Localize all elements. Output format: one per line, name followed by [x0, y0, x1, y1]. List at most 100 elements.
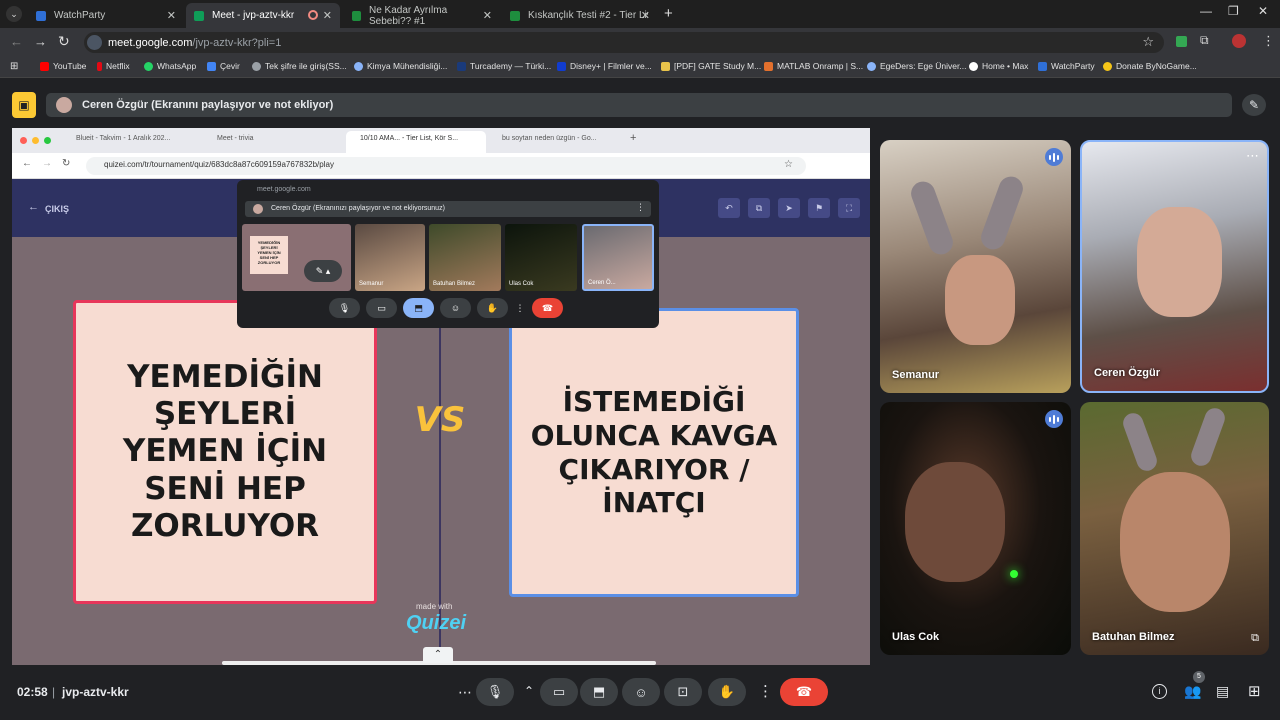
minimize-icon[interactable]: — [1200, 4, 1212, 18]
bookmark-watchparty[interactable]: WatchParty [1038, 61, 1095, 71]
captions-button[interactable]: ⊡ [664, 678, 702, 706]
stop-presenting-icon[interactable]: ▣ [12, 92, 36, 118]
profile-avatar[interactable] [1232, 34, 1246, 48]
mini-camera-icon: ▭ [366, 298, 397, 318]
tab-ayrilma[interactable]: Ne Kadar Ayrılma Sebebi?? #1 ✕ [344, 3, 500, 28]
speaking-indicator-icon [1045, 148, 1063, 166]
participant-face [1137, 207, 1222, 317]
close-tab-icon[interactable]: ✕ [483, 9, 492, 22]
left-choice-card: YEMEDİĞİN ŞEYLERİ YEMEN İÇİN SENİ HEP ZO… [73, 300, 377, 604]
chat-icon[interactable]: ▤ [1216, 683, 1229, 700]
close-tab-icon[interactable]: ✕ [323, 9, 332, 22]
more-options-icon[interactable]: ⋮ [758, 682, 773, 700]
browser-tab-strip: ⌄ WatchParty ✕ Meet - jvp-aztv-kkr ✕ Ne … [0, 0, 1280, 28]
tab-search-icon[interactable]: ⌄ [6, 6, 22, 22]
bookmark-tek-sifre[interactable]: Tek şifre ile giriş(SS... [252, 61, 347, 71]
tab-kiskanclik[interactable]: Kıskançlık Testi #2 - Tier List, Kö ✕ [502, 3, 658, 28]
green-light [1010, 570, 1018, 578]
reactions-button[interactable]: ☺ [622, 678, 660, 706]
bookmark-cevir[interactable]: Çevir [207, 61, 240, 71]
camera-button[interactable]: ▭ [540, 678, 578, 706]
mini-host: meet.google.com [257, 186, 311, 193]
bookmark-bynogame[interactable]: Donate ByNoGame... [1103, 61, 1197, 71]
shared-tab: 10/10 AMA... - Tier List, Kör S... [360, 135, 459, 142]
bookmark-star-icon[interactable]: ☆ [1142, 34, 1154, 50]
quiz-toolbar: ↶ ⧉ ➤ ⚑ ⛶ [718, 198, 860, 218]
participant-face [945, 255, 1015, 345]
participant-name: Ceren Özgür [1094, 367, 1161, 379]
made-with-label: made with [416, 602, 453, 611]
more-options-icon[interactable]: ⋯ [1246, 148, 1259, 164]
participant-tile-semanur[interactable]: Semanur [880, 140, 1071, 393]
url-bar[interactable]: meet.google.com /jvp-aztv-kkr?pli=1 ☆ [84, 32, 1164, 53]
close-tab-icon[interactable]: ✕ [641, 9, 650, 22]
shared-address-bar: ← → ↻ quizei.com/tr/tournament/quiz/683d… [12, 153, 870, 179]
quizei-icon [510, 10, 520, 21]
meeting-info-icon[interactable]: i [1152, 684, 1167, 699]
quizei-logo: Quizei [406, 612, 467, 634]
mini-notice: Ceren Özgür (Ekranınızı paylaşıyor ve no… [245, 201, 651, 217]
whatsapp-icon [144, 61, 153, 71]
mini-name: Ceren Ö... [588, 280, 616, 286]
people-icon[interactable]: 👥 [1184, 683, 1201, 700]
present-button[interactable]: ⬒ [580, 678, 618, 706]
disney-icon [557, 61, 566, 71]
shared-screen: Blueit - Takvim - 1 Aralık 202... Meet -… [12, 128, 870, 665]
fullscreen-icon: ⛶ [838, 198, 860, 218]
shared-url: quizei.com/tr/tournament/quiz/683dc8a87c… [104, 160, 334, 169]
extension-icon[interactable] [1176, 36, 1187, 47]
tab-watchparty[interactable]: WatchParty ✕ [28, 3, 184, 28]
quizei-icon [352, 10, 361, 21]
bookmark-disney[interactable]: Disney+ | Filmler ve... [557, 61, 652, 71]
mini-tile-batuhan: Batuhan Bilmez [429, 224, 501, 291]
annotate-pen-icon[interactable]: ✎ [1242, 94, 1266, 116]
participant-name: Ulas Cok [892, 631, 940, 643]
reload-icon[interactable]: ↻ [58, 33, 70, 50]
new-tab-icon[interactable]: + [664, 5, 673, 22]
participant-tile-ceren[interactable]: ⋯ Ceren Özgür [1080, 140, 1269, 393]
restore-icon[interactable]: ❐ [1228, 4, 1239, 18]
raise-hand-button[interactable]: ✋ [708, 678, 746, 706]
bookmark-netflix[interactable]: Netflix [97, 61, 130, 71]
bookmark-egeders[interactable]: EgeDers: Ege Üniver... [867, 61, 966, 71]
tab-title: WatchParty [54, 10, 106, 21]
back-icon[interactable]: ← [10, 34, 23, 49]
extensions-puzzle-icon[interactable]: ⧉ [1200, 33, 1209, 48]
participant-tile-batuhan[interactable]: ⧉ Batuhan Bilmez [1080, 402, 1269, 655]
bookmark-kimya[interactable]: Kimya Mühendisliği... [354, 61, 447, 71]
close-tab-icon[interactable]: ✕ [167, 9, 176, 22]
presenting-notice-text: Ceren Özgür (Ekranını paylaşıyor ve not … [82, 99, 334, 111]
send-icon: ➤ [778, 198, 800, 218]
close-window-icon[interactable]: ✕ [1258, 4, 1268, 18]
bookmark-max[interactable]: Home • Max [969, 61, 1028, 71]
mini-present-icon: ⬒ [403, 298, 434, 318]
more-controls-icon[interactable]: ⋯ [458, 684, 472, 701]
bookmark-matlab[interactable]: MATLAB Onramp | S... [764, 61, 863, 71]
menu-kebab-icon[interactable]: ⋮ [1262, 33, 1275, 49]
turcademy-icon [457, 61, 466, 71]
watchparty-icon [36, 10, 46, 21]
translate-icon [207, 61, 216, 71]
audio-options-chevron-icon[interactable]: ⌃ [524, 684, 534, 698]
leave-call-button[interactable]: ☎ [780, 678, 828, 706]
forward-icon[interactable]: → [34, 34, 47, 49]
tab-meet[interactable]: Meet - jvp-aztv-kkr ✕ [186, 3, 340, 28]
expand-share-chevron-icon[interactable]: ⌃ [423, 647, 453, 663]
activities-grid-icon[interactable]: ⊞ [1248, 682, 1261, 700]
mini-share-card: YEMEDİĞİN ŞEYLERİ YEMEN İÇİN SENİ HEP ZO… [250, 236, 288, 274]
bunny-ears-filter [1188, 405, 1228, 469]
participant-face [1120, 472, 1230, 612]
pip-icon[interactable]: ⧉ [1251, 632, 1259, 645]
bookmark-turcademy[interactable]: Turcademy — Türki... [457, 61, 551, 71]
back-icon: ← [22, 158, 32, 169]
shared-tab-strip: Blueit - Takvim - 1 Aralık 202... Meet -… [12, 128, 870, 153]
bookmark-youtube[interactable]: YouTube [40, 61, 86, 71]
apps-grid-icon[interactable]: ⊞ [10, 61, 18, 72]
site-info-icon[interactable] [87, 35, 102, 50]
bookmark-whatsapp[interactable]: WhatsApp [144, 61, 196, 71]
pdf-icon [661, 61, 670, 71]
microphone-button[interactable]: 🎙 [476, 678, 514, 706]
bookmark-gate[interactable]: [PDF] GATE Study M... [661, 61, 761, 71]
participant-tile-ulas[interactable]: Ulas Cok [880, 402, 1071, 655]
recording-indicator-icon [308, 10, 318, 20]
